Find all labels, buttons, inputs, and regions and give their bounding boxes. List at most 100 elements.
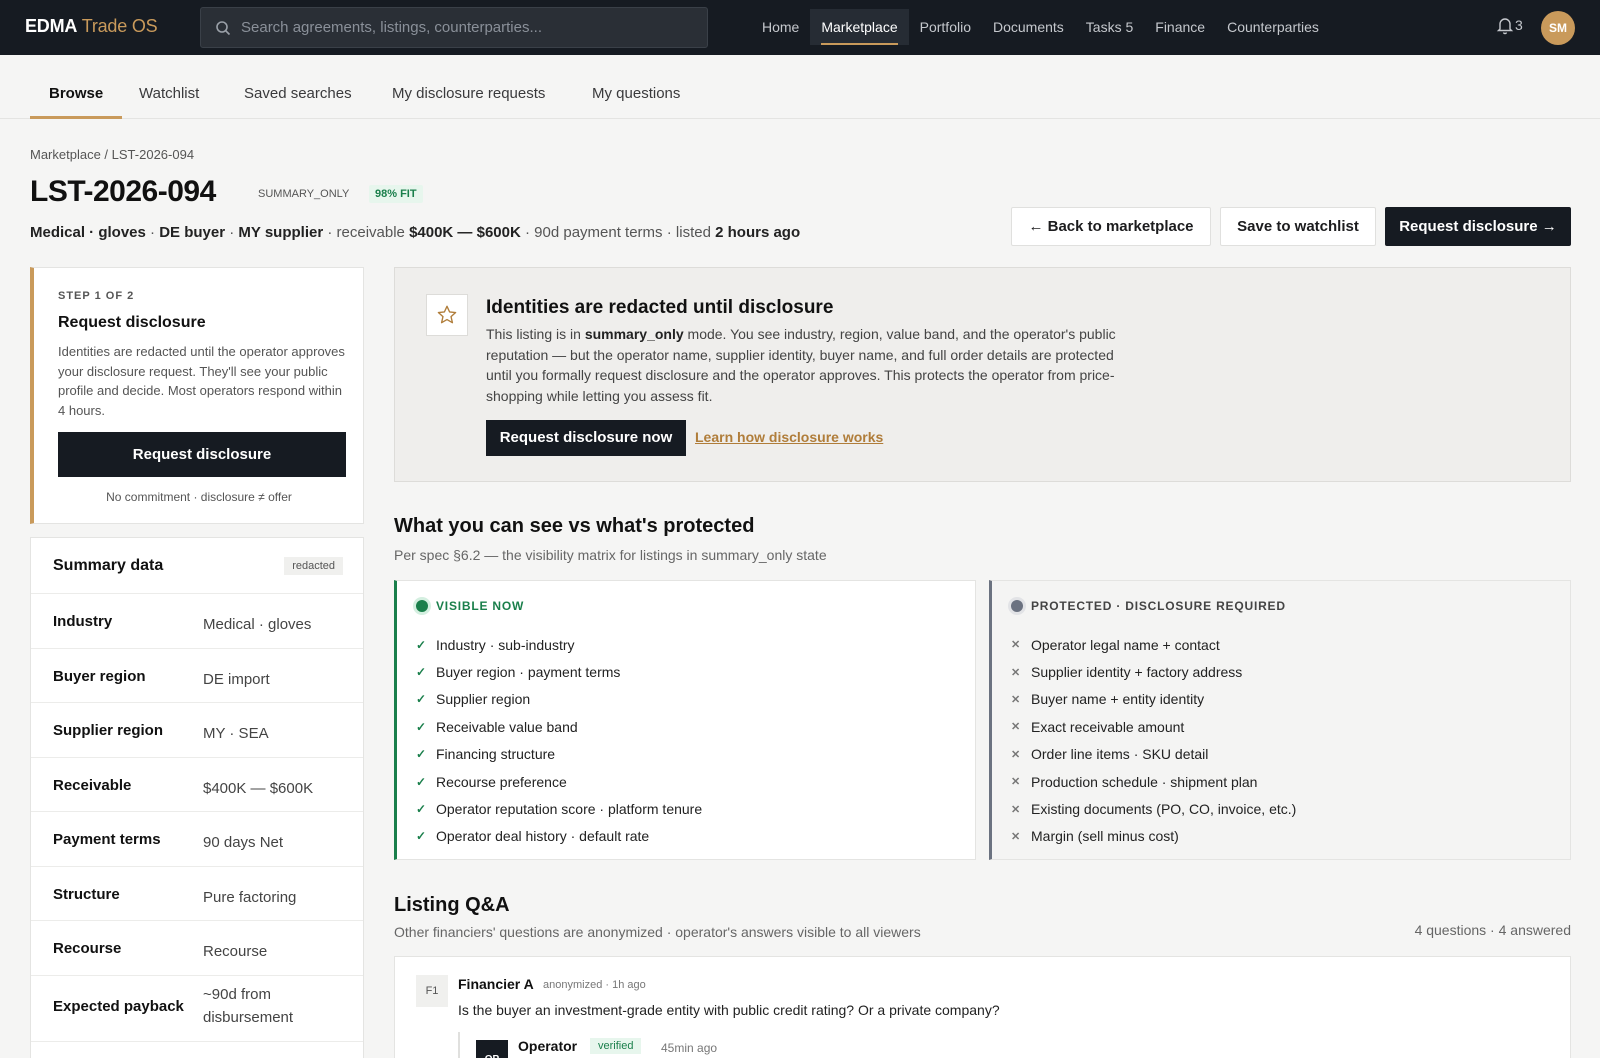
visible-item: ✓ Receivable value band — [416, 718, 578, 735]
tab-my-questions[interactable]: My questions — [573, 55, 699, 119]
tab-browse[interactable]: Browse — [30, 55, 123, 119]
summary-row: Industry Medical · gloves — [31, 594, 363, 649]
x-icon: ✕ — [1011, 830, 1021, 843]
nav-home[interactable]: Home — [751, 9, 810, 45]
protected-item: ✕ Margin (sell minus cost) — [1011, 828, 1179, 845]
notification-count: 3 — [1515, 17, 1523, 33]
visible-item: ✓ Financing structure — [416, 746, 556, 763]
qa-count: 4 questions · 4 answered — [1414, 922, 1571, 938]
nav-tasks[interactable]: Tasks 5 — [1075, 9, 1144, 45]
summary-row: Receivable $400K — $600K — [31, 758, 363, 812]
star-icon — [426, 294, 468, 336]
check-icon: ✓ — [416, 829, 427, 844]
visible-item: ✓ Recourse preference — [416, 773, 567, 790]
check-icon: ✓ — [416, 802, 427, 817]
protected-item: ✕ Production schedule · shipment plan — [1011, 773, 1258, 790]
summary-row: Expected payback ~90d from disbursement — [31, 976, 363, 1042]
notice-title: Identities are redacted until disclosure — [486, 297, 834, 318]
x-icon: ✕ — [1011, 666, 1021, 679]
protected-item: ✕ Supplier identity + factory address — [1011, 664, 1243, 681]
bell-icon — [1496, 18, 1514, 35]
summary-row: Structure Pure factoring — [31, 867, 363, 921]
visible-item: ✓ Buyer region · payment terms — [416, 664, 621, 681]
protected-item: ✕ Operator legal name + contact — [1011, 636, 1220, 653]
summary-data-card: Summary data redacted Industry Medical · … — [30, 537, 364, 1058]
step-note: No commitment · disclosure ≠ offer — [106, 490, 292, 504]
visible-item: ✓ Supplier region — [416, 691, 531, 708]
step-label: STEP 1 OF 2 — [58, 290, 135, 302]
tab-saved-searches[interactable]: Saved searches — [225, 55, 371, 119]
visibility-section-subtitle: Per spec §6.2 — the visibility matrix fo… — [394, 547, 827, 563]
visible-item: ✓ Operator deal history · default rate — [416, 828, 650, 845]
fit-badge: 98% FIT — [369, 185, 423, 203]
step-request-disclosure-button[interactable]: Request disclosure — [58, 432, 346, 477]
nav-finance[interactable]: Finance — [1144, 9, 1216, 45]
summary-row: Payment terms 90 days Net — [31, 812, 363, 867]
x-icon: ✕ — [1011, 776, 1021, 789]
protected-status-dot — [1011, 600, 1023, 612]
verified-badge: verified — [590, 1038, 642, 1054]
summary-title: Summary data — [53, 557, 164, 574]
visible-status-dot — [416, 600, 428, 612]
x-icon: ✕ — [1011, 639, 1021, 652]
question-text: Is the buyer an investment-grade entity … — [458, 1002, 1000, 1018]
check-icon: ✓ — [416, 692, 427, 707]
global-search[interactable] — [200, 7, 708, 48]
request-disclosure-button[interactable]: Request disclosure → — [1385, 207, 1571, 246]
x-icon: ✕ — [1011, 693, 1021, 706]
breadcrumb-marketplace[interactable]: Marketplace — [30, 147, 101, 162]
breadcrumb-current: LST-2026-094 — [111, 147, 195, 162]
visible-item: ✓ Operator reputation score · platform te… — [416, 801, 703, 818]
page-title: LST-2026-094 — [30, 175, 216, 208]
nav-portfolio[interactable]: Portfolio — [909, 9, 982, 45]
protected-item: ✕ Exact receivable amount — [1011, 718, 1185, 735]
breadcrumb: Marketplace / LST-2026-094 — [30, 147, 195, 162]
protected-item: ✕ Order line items · SKU detail — [1011, 746, 1209, 763]
visible-item: ✓ Industry · sub-industry — [416, 636, 575, 653]
search-icon — [216, 20, 231, 35]
brand-logo[interactable]: EDMA Trade OS — [25, 16, 158, 37]
listing-meta: Medical · gloves · DE buyer · MY supplie… — [30, 224, 801, 241]
marketplace-subtabs: Browse Watchlist Saved searches My discl… — [0, 55, 1600, 119]
financier-avatar: F1 — [416, 975, 448, 1007]
disclosure-step-card: STEP 1 OF 2 Request disclosure Identitie… — [30, 267, 364, 524]
tab-my-disclosure-requests[interactable]: My disclosure requests — [373, 55, 564, 119]
main-nav: Home Marketplace Portfolio Documents Tas… — [751, 9, 1330, 45]
top-navigation-bar: EDMA Trade OS Home Marketplace Portfolio… — [0, 0, 1600, 55]
question-meta: anonymized · 1h ago — [543, 979, 646, 991]
redaction-notice: Identities are redacted until disclosure… — [394, 267, 1571, 482]
visible-now-card: VISIBLE NOW ✓ Industry · sub-industry ✓ Bu… — [394, 580, 976, 860]
answer-time: 45min ago — [661, 1041, 718, 1055]
nav-documents[interactable]: Documents — [982, 9, 1075, 45]
summary-row: Buyer region DE import — [31, 649, 363, 703]
learn-disclosure-link[interactable]: Learn how disclosure works — [695, 429, 883, 445]
x-icon: ✕ — [1011, 803, 1021, 816]
protected-item: ✕ Existing documents (PO, CO, invoice, et… — [1011, 801, 1297, 818]
nav-counterparties[interactable]: Counterparties — [1216, 9, 1330, 45]
check-icon: ✓ — [416, 774, 427, 789]
tab-watchlist[interactable]: Watchlist — [120, 55, 218, 119]
x-icon: ✕ — [1011, 748, 1021, 761]
save-to-watchlist-button[interactable]: Save to watchlist — [1220, 207, 1376, 246]
notifications-button[interactable]: 3 — [1495, 15, 1523, 35]
search-input[interactable] — [241, 19, 671, 36]
summary-row: Supplier region MY · SEA — [31, 703, 363, 758]
step-description: Identities are redacted until the operat… — [58, 344, 345, 418]
request-disclosure-now-button[interactable]: Request disclosure now — [486, 420, 686, 456]
qa-section-title: Listing Q&A — [394, 894, 510, 916]
check-icon: ✓ — [416, 637, 427, 652]
check-icon: ✓ — [416, 719, 427, 734]
nav-marketplace[interactable]: Marketplace — [810, 9, 909, 45]
operator-avatar: OP — [476, 1040, 508, 1058]
summary-row: Recourse Recourse — [31, 921, 363, 976]
qa-section-subtitle: Other financiers' questions are anonymiz… — [394, 924, 921, 940]
notice-text: This listing is in summary_only mode. Yo… — [486, 326, 1116, 404]
answer-author: Operator — [518, 1038, 578, 1054]
check-icon: ✓ — [416, 665, 427, 680]
user-avatar[interactable]: SM — [1541, 11, 1575, 45]
back-to-marketplace-button[interactable]: ← Back to marketplace — [1011, 207, 1211, 246]
mode-badge: SUMMARY_ONLY — [258, 188, 350, 200]
redacted-badge: redacted — [284, 557, 343, 575]
protected-item: ✕ Buyer name + entity identity — [1011, 691, 1205, 708]
protected-card: PROTECTED · DISCLOSURE REQUIRED ✕ Operato… — [989, 580, 1571, 860]
